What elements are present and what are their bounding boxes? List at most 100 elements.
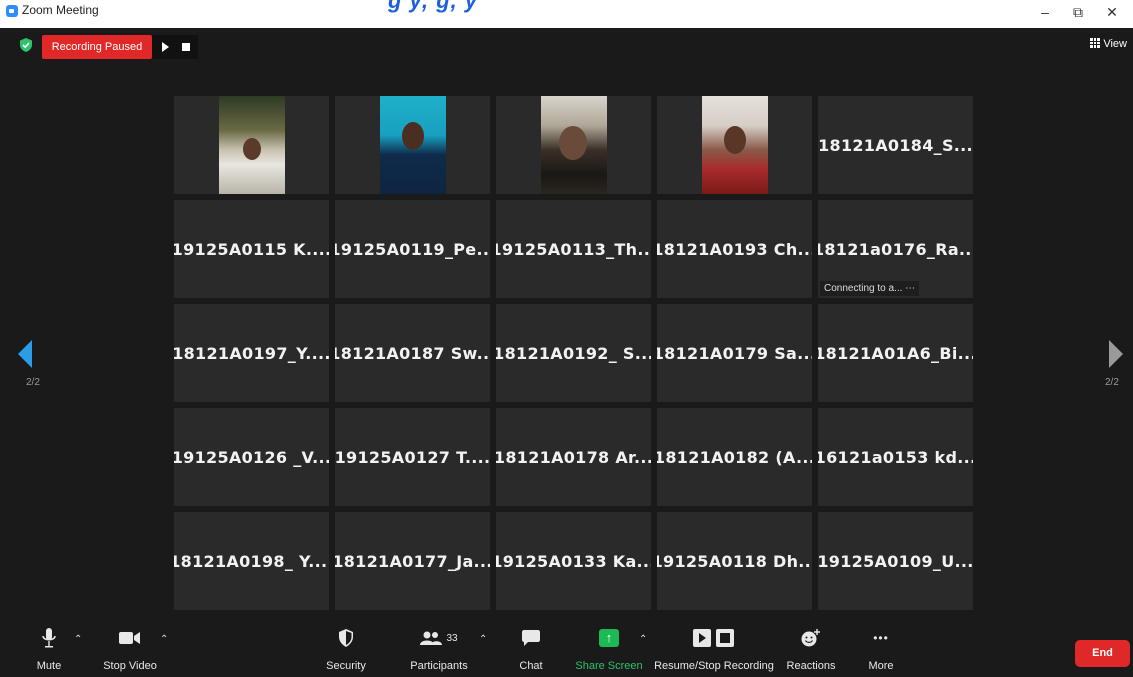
- participant-tile[interactable]: 19125A0115 K....: [174, 200, 329, 298]
- participant-name: 16121a0153 kd...: [818, 447, 973, 467]
- participant-tile[interactable]: 19125A0133 Ka...: [496, 512, 651, 610]
- reactions-label: Reactions: [786, 660, 836, 672]
- video-camera-icon: [119, 624, 141, 652]
- share-screen-button[interactable]: ↑ Share Screen: [575, 624, 643, 677]
- participant-tile[interactable]: 19125A0127 T....: [335, 408, 490, 506]
- share-screen-icon: ↑: [599, 624, 619, 652]
- participant-tile[interactable]: 18121A0198_ Y....: [174, 512, 329, 610]
- meeting-toolbar: Mute ⌃ Stop Video ⌃ Security 33 Particip…: [0, 624, 1133, 677]
- more-label: More: [868, 660, 894, 672]
- participants-options-chevron-up-icon[interactable]: ⌃: [479, 634, 487, 645]
- page-indicator-left: 2/2: [26, 377, 40, 388]
- participant-name: 18121A0198_ Y....: [174, 551, 329, 571]
- participant-name: 18121A0192_ S...: [496, 343, 651, 363]
- zoom-app-icon: [6, 5, 18, 17]
- restore-button[interactable]: ⧉: [1063, 4, 1093, 21]
- participant-name: 19125A0109_U...: [818, 551, 973, 571]
- resume-stop-recording-button[interactable]: Resume/Stop Recording: [654, 624, 774, 677]
- participant-tile[interactable]: [657, 96, 812, 194]
- participant-name: 18121A0184_S...: [818, 135, 973, 155]
- participant-name: 19125A0133 Ka...: [496, 551, 651, 571]
- participant-tile[interactable]: [335, 96, 490, 194]
- encryption-shield-icon[interactable]: [19, 38, 33, 52]
- participant-tile[interactable]: 19125A0118 Dh...: [657, 512, 812, 610]
- participant-name: 19125A0118 Dh...: [657, 551, 812, 571]
- participant-video: [380, 96, 446, 194]
- minimize-button[interactable]: –: [1030, 4, 1060, 20]
- participant-name: 19125A0126 _V...: [174, 447, 329, 467]
- view-label: View: [1103, 38, 1127, 50]
- participant-tile[interactable]: [174, 96, 329, 194]
- mute-label: Mute: [36, 660, 62, 672]
- resume-stop-recording-label: Resume/Stop Recording: [654, 660, 774, 672]
- stop-video-label: Stop Video: [103, 660, 157, 672]
- participant-video: [219, 96, 285, 194]
- recording-controls: [152, 35, 198, 59]
- video-options-chevron-up-icon[interactable]: ⌃: [160, 634, 168, 645]
- participant-tile[interactable]: 19125A0119_Pe...: [335, 200, 490, 298]
- grid-icon: [1090, 38, 1101, 48]
- participant-name: 18121A0182 (A...: [657, 447, 812, 467]
- emoji-plus-icon: [801, 624, 821, 652]
- chat-bubble-icon: [522, 624, 540, 652]
- page-indicator-right: 2/2: [1105, 377, 1119, 388]
- participant-tile[interactable]: 18121A0184_S...: [818, 96, 973, 194]
- participant-name: 18121A0177_Ja...: [335, 551, 490, 571]
- stop-recording-icon[interactable]: [182, 43, 190, 51]
- resume-recording-icon[interactable]: [162, 42, 169, 52]
- view-button[interactable]: View: [1090, 38, 1127, 50]
- participant-tile[interactable]: 18121a0176_Ra... Connecting to a... ⋯: [818, 200, 973, 298]
- participant-tile[interactable]: 19125A0113_Th...: [496, 200, 651, 298]
- participant-name: 18121A0187 Sw...: [335, 343, 490, 363]
- share-options-chevron-up-icon[interactable]: ⌃: [639, 634, 647, 645]
- participant-tile[interactable]: 18121A0178 Ar...: [496, 408, 651, 506]
- participant-name: 18121A0197_Y....: [174, 343, 329, 363]
- recording-control-icon: [693, 624, 735, 652]
- participant-tile[interactable]: 18121A0197_Y....: [174, 304, 329, 402]
- participants-label: Participants: [410, 660, 468, 672]
- participants-button[interactable]: 33 Participants: [406, 624, 472, 677]
- participant-tile[interactable]: 19125A0126 _V...: [174, 408, 329, 506]
- participants-count: 33: [446, 632, 458, 644]
- participant-tile[interactable]: 18121A0187 Sw...: [335, 304, 490, 402]
- reactions-button[interactable]: Reactions: [787, 624, 835, 677]
- connecting-dots-icon: ⋯: [905, 283, 916, 294]
- chat-button[interactable]: Chat: [515, 624, 547, 677]
- security-label: Security: [326, 660, 366, 672]
- more-button[interactable]: ••• More: [864, 624, 898, 677]
- more-ellipsis-icon: •••: [873, 631, 889, 645]
- connecting-status: Connecting to a... ⋯: [820, 281, 920, 296]
- end-meeting-button[interactable]: End: [1075, 640, 1130, 667]
- microphone-icon: [42, 624, 56, 652]
- gallery-view: 18121A0184_S... 19125A0115 K.... 19125A0…: [174, 96, 976, 613]
- audio-options-chevron-up-icon[interactable]: ⌃: [74, 634, 82, 645]
- mute-button[interactable]: Mute: [34, 624, 64, 677]
- participant-name: 18121A0193 Ch...: [657, 239, 812, 259]
- participant-video: [702, 96, 768, 194]
- window-title-bar: Zoom Meeting g y, g, y – ⧉ ✕: [0, 0, 1133, 28]
- recording-paused-indicator: Recording Paused: [42, 35, 152, 59]
- share-screen-label: Share Screen: [575, 660, 643, 672]
- stop-video-button[interactable]: Stop Video: [98, 624, 162, 677]
- participant-tile[interactable]: 18121A0182 (A...: [657, 408, 812, 506]
- participant-tile[interactable]: 19125A0109_U...: [818, 512, 973, 610]
- security-shield-icon: [338, 624, 354, 652]
- close-button[interactable]: ✕: [1097, 4, 1127, 21]
- participant-name: 19125A0115 K....: [174, 239, 329, 259]
- participant-name: 18121A0178 Ar...: [496, 447, 651, 467]
- window-title: Zoom Meeting: [22, 3, 99, 17]
- participant-name: 18121a0176_Ra...: [818, 239, 973, 259]
- security-button[interactable]: Security: [322, 624, 370, 677]
- previous-page-arrow-icon[interactable]: [18, 340, 32, 368]
- participant-name: 19125A0119_Pe...: [335, 239, 490, 259]
- participant-video: [541, 96, 607, 194]
- participant-name: 19125A0113_Th...: [496, 239, 651, 259]
- participant-tile[interactable]: 18121A0193 Ch...: [657, 200, 812, 298]
- participant-tile[interactable]: 18121A0179 Sa...: [657, 304, 812, 402]
- participant-tile[interactable]: 18121A0177_Ja...: [335, 512, 490, 610]
- participant-tile[interactable]: 18121A01A6_Bi...: [818, 304, 973, 402]
- participant-tile[interactable]: 16121a0153 kd...: [818, 408, 973, 506]
- participant-tile[interactable]: 18121A0192_ S...: [496, 304, 651, 402]
- participant-tile[interactable]: [496, 96, 651, 194]
- next-page-arrow-icon[interactable]: [1109, 340, 1123, 368]
